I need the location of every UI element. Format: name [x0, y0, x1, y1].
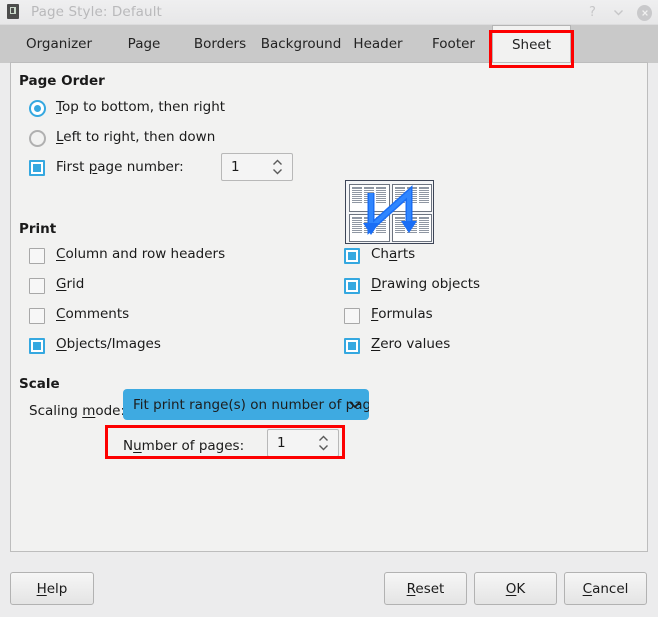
spinner-arrows-icon[interactable] — [318, 435, 329, 451]
radio-top-to-bottom[interactable] — [29, 100, 46, 117]
help-button[interactable]: Help — [10, 572, 94, 605]
button-label: OK — [505, 580, 526, 597]
label-objects-images: Objects/Images — [56, 336, 161, 352]
tab-bar: Organizer Page Borders Background Header… — [0, 25, 658, 63]
button-label: Help — [36, 580, 68, 597]
tab-label: Sheet — [511, 36, 552, 53]
label-drawing-objects: Drawing objects — [371, 276, 481, 292]
first-page-number-value: 1 — [231, 159, 240, 175]
tab-label: Background — [260, 36, 342, 52]
checkbox-zero-values[interactable] — [344, 338, 360, 354]
chevron-down-icon — [347, 395, 363, 414]
page-order-section-title: Page Order — [19, 73, 105, 89]
tab-label: Footer — [432, 36, 475, 52]
tab-footer[interactable]: Footer — [412, 25, 495, 63]
tab-label: Organizer — [25, 36, 93, 52]
tab-label: Page — [127, 36, 161, 52]
checkbox-charts[interactable] — [344, 248, 360, 264]
checkbox-first-page-number[interactable] — [29, 160, 45, 176]
number-of-pages-spinner[interactable]: 1 — [267, 429, 339, 457]
scale-section-title: Scale — [19, 376, 60, 392]
checkbox-comments[interactable] — [29, 308, 45, 324]
label-zero-values: Zero values — [371, 336, 451, 352]
help-titlebar-button[interactable]: ? — [585, 5, 600, 20]
label-comments: Comments — [56, 306, 130, 322]
preview-page-thumbnail — [349, 184, 390, 212]
tab-header[interactable]: Header — [336, 25, 420, 63]
checkbox-formulas[interactable] — [344, 308, 360, 324]
label-column-and-row-headers: Column and row headers — [56, 246, 226, 262]
scaling-mode-value: Fit print range(s) on number of pages — [133, 396, 369, 413]
button-label: Reset — [406, 580, 445, 597]
checkbox-objects-images[interactable] — [29, 338, 45, 354]
label-charts: Charts — [371, 246, 416, 262]
reset-button[interactable]: Reset — [384, 572, 467, 605]
document-icon — [6, 4, 22, 20]
ok-button[interactable]: OK — [474, 572, 557, 605]
window-title: Page Style: Default — [31, 4, 162, 20]
radio-left-to-right[interactable] — [29, 130, 46, 147]
radio-label-top-to-bottom: Top to bottom, then right — [56, 99, 226, 115]
preview-page-thumbnail — [391, 184, 432, 212]
preview-page-thumbnail — [391, 214, 432, 242]
label-scaling-mode: Scaling mode: — [29, 403, 126, 419]
checkbox-column-and-row-headers[interactable] — [29, 248, 45, 264]
tab-label: Header — [353, 36, 403, 52]
scaling-mode-dropdown[interactable]: Fit print range(s) on number of pages — [123, 389, 369, 420]
preview-page-thumbnail — [349, 214, 390, 242]
page-order-preview — [345, 180, 434, 244]
chevron-down-icon[interactable] — [611, 5, 626, 20]
first-page-number-spinner[interactable]: 1 — [221, 153, 293, 181]
window-controls: ? — [585, 0, 652, 25]
button-label: Cancel — [582, 580, 629, 597]
label-grid: Grid — [56, 276, 85, 292]
sheet-tab-panel: Page Order Top to bottom, then right Lef… — [10, 62, 648, 552]
page-style-dialog: Page Style: Default ? Organizer Page Bor… — [0, 0, 658, 617]
cancel-button[interactable]: Cancel — [564, 572, 647, 605]
radio-label-left-to-right: Left to right, then down — [56, 129, 216, 145]
tab-sheet[interactable]: Sheet — [492, 25, 571, 63]
print-section-title: Print — [19, 221, 57, 237]
label-number-of-pages: Number of pages: — [123, 438, 245, 454]
title-bar: Page Style: Default ? — [0, 0, 658, 25]
checkbox-grid[interactable] — [29, 278, 45, 294]
label-formulas: Formulas — [371, 306, 433, 322]
checkbox-drawing-objects[interactable] — [344, 278, 360, 294]
close-icon[interactable] — [637, 4, 652, 21]
tab-label: Borders — [193, 36, 247, 52]
tab-page[interactable]: Page — [108, 25, 180, 63]
tab-organizer[interactable]: Organizer — [10, 25, 108, 63]
spinner-arrows-icon[interactable] — [272, 159, 283, 175]
number-of-pages-value: 1 — [277, 435, 286, 451]
label-first-page-number: First page number: — [56, 159, 184, 175]
